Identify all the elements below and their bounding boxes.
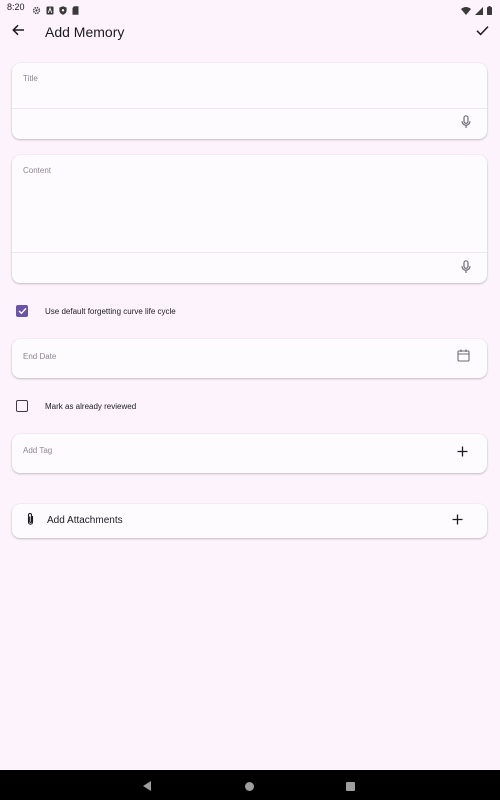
check-icon	[475, 23, 489, 41]
forgetting-curve-checkbox[interactable]	[16, 305, 28, 317]
back-button[interactable]	[8, 22, 28, 42]
status-bar: 8:20	[0, 0, 500, 16]
reviewed-label: Mark as already reviewed	[45, 401, 137, 411]
shield-icon	[59, 2, 67, 20]
content-field-label: Content	[23, 166, 52, 175]
back-triangle-icon	[141, 779, 153, 796]
attachment-icon-wrap	[25, 512, 35, 531]
signal-icon	[475, 2, 483, 20]
forgetting-curve-row[interactable]: Use default forgetting curve life cycle	[16, 305, 176, 317]
reviewed-row[interactable]: Mark as already reviewed	[16, 400, 136, 412]
recents-square-icon	[345, 779, 356, 796]
notification-a-icon	[46, 2, 54, 20]
paperclip-icon	[26, 512, 35, 531]
divider	[12, 108, 487, 109]
home-circle-icon	[244, 779, 255, 796]
add-tag-label: Add Tag	[23, 446, 53, 455]
add-tag-button[interactable]	[456, 444, 468, 462]
mic-icon	[461, 259, 471, 279]
calendar-icon	[456, 349, 470, 367]
end-date-label: End Date	[23, 352, 57, 361]
add-tag-field[interactable]: Add Tag	[12, 434, 487, 473]
title-field[interactable]: Title	[12, 63, 487, 139]
title-mic-button[interactable]	[459, 114, 473, 134]
status-icons-right	[461, 2, 492, 20]
gear-icon	[32, 2, 41, 20]
status-time: 8:20	[7, 2, 25, 12]
nav-back-button[interactable]	[141, 779, 155, 791]
content-field[interactable]: Content	[12, 155, 487, 283]
battery-icon	[487, 2, 492, 20]
add-attachment-button[interactable]	[451, 512, 463, 530]
arrow-left-icon	[11, 23, 25, 41]
plus-icon	[457, 444, 468, 462]
done-button[interactable]	[472, 22, 492, 42]
add-attachments-label: Add Attachments	[47, 515, 123, 526]
wifi-icon	[461, 2, 471, 20]
divider	[12, 252, 487, 253]
content-mic-button[interactable]	[459, 259, 473, 279]
nav-recents-button[interactable]	[345, 779, 357, 791]
end-date-picker-button[interactable]	[456, 349, 470, 367]
nav-home-button[interactable]	[244, 779, 256, 791]
system-nav-bar	[0, 770, 500, 800]
forgetting-curve-label: Use default forgetting curve life cycle	[45, 306, 176, 316]
end-date-field[interactable]: End Date	[12, 339, 487, 378]
status-icons-left	[32, 2, 79, 20]
mic-icon	[461, 114, 471, 134]
plus-icon	[452, 512, 463, 530]
add-attachments-row[interactable]: Add Attachments	[12, 504, 487, 538]
page-title: Add Memory	[45, 24, 125, 40]
reviewed-checkbox[interactable]	[16, 400, 28, 412]
sd-card-icon	[72, 2, 79, 20]
title-field-label: Title	[23, 74, 38, 83]
